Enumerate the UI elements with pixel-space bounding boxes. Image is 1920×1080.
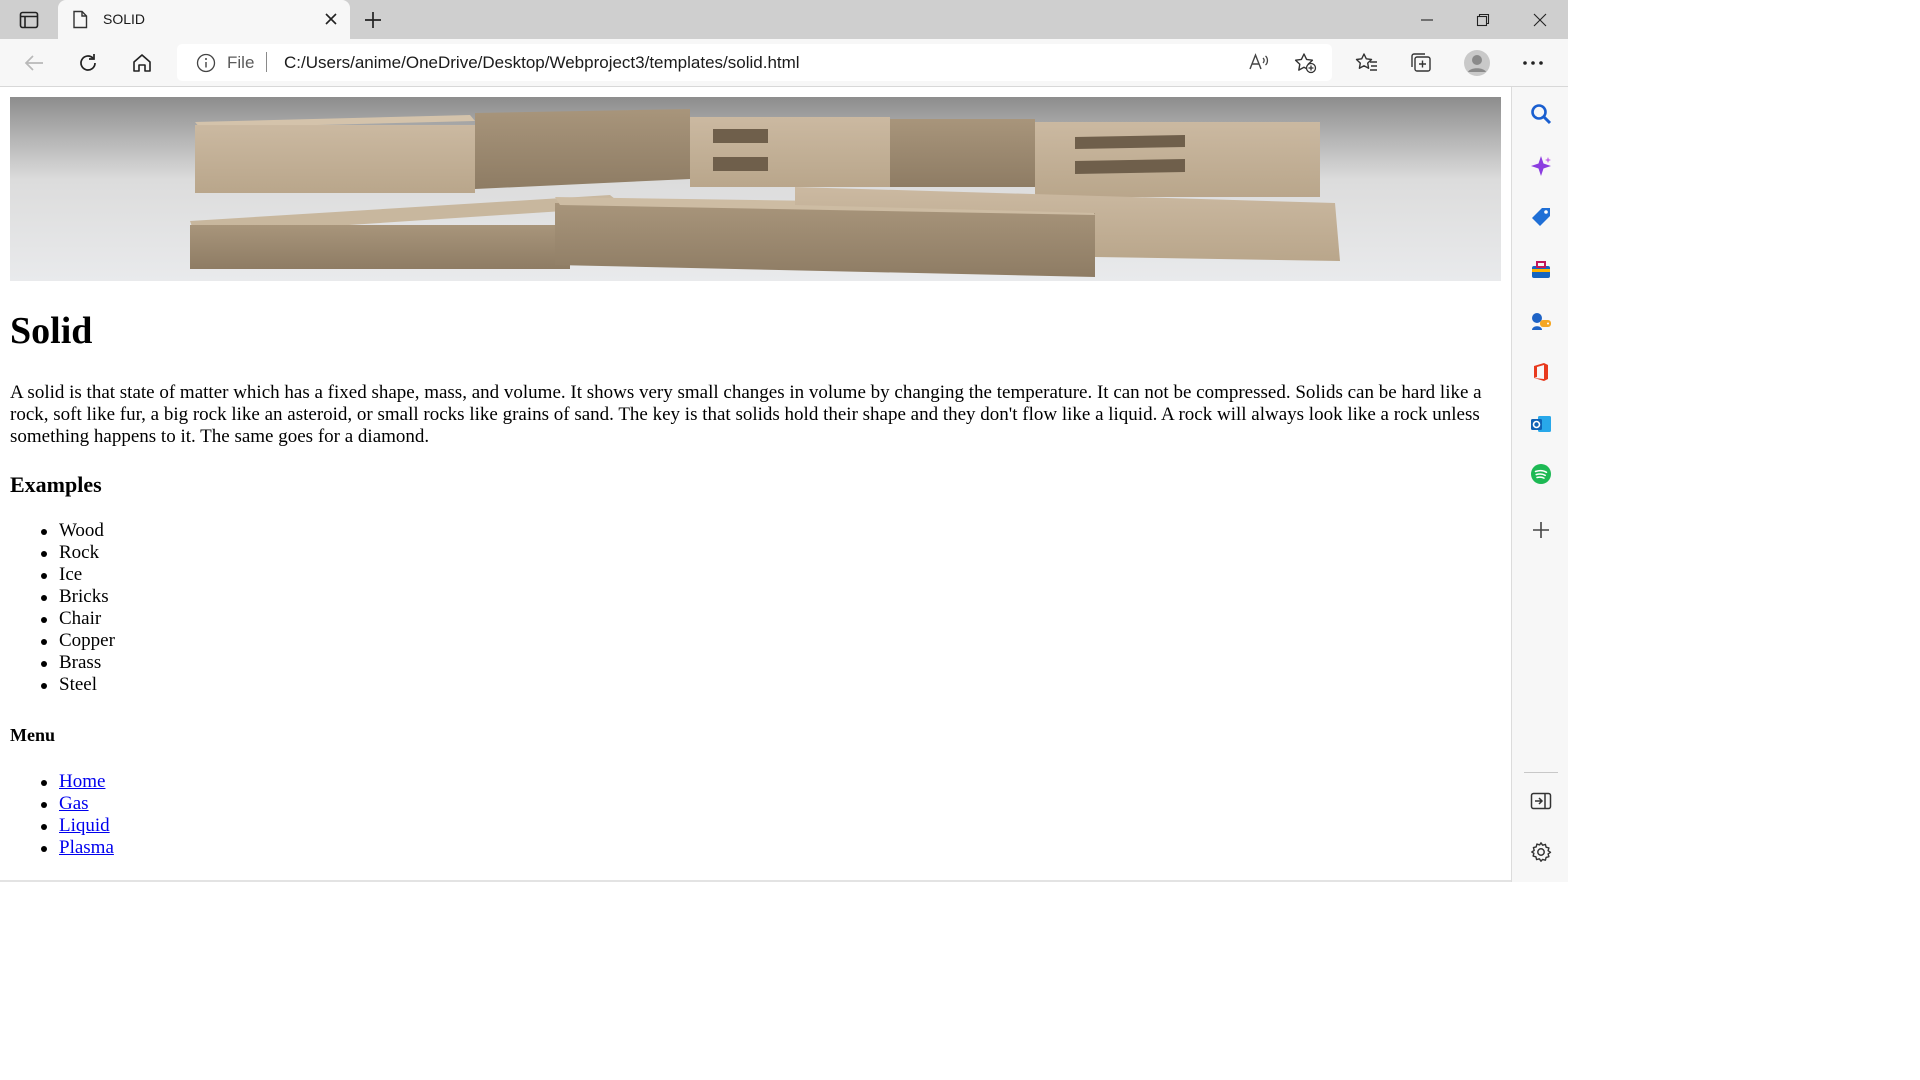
copilot-icon[interactable] — [1528, 153, 1554, 179]
examples-list: Wood Rock Ice Bricks Chair Copper Brass … — [40, 520, 115, 696]
add-icon[interactable] — [1528, 517, 1554, 543]
office-icon[interactable] — [1528, 359, 1554, 385]
tools-icon[interactable] — [1528, 257, 1554, 283]
profile-icon[interactable] — [1462, 49, 1492, 77]
examples-heading: Examples — [10, 472, 102, 497]
list-item: Bricks — [40, 586, 115, 608]
tab-actions-icon[interactable] — [12, 7, 46, 33]
list-item: Rock — [40, 542, 115, 564]
menu-item: Plasma — [40, 837, 114, 859]
address-url[interactable]: C:/Users/anime/OneDrive/Desktop/Webproje… — [284, 53, 800, 73]
window-close-icon[interactable] — [1512, 0, 1568, 39]
home-icon[interactable] — [127, 49, 157, 77]
list-item: Chair — [40, 608, 115, 630]
menu-item: Home — [40, 771, 114, 793]
menu-link-home[interactable]: Home — [59, 771, 105, 792]
back-arrow-icon[interactable] — [19, 49, 49, 77]
edge-sidebar — [1511, 87, 1568, 882]
restore-icon[interactable] — [1455, 0, 1511, 39]
address-bar[interactable]: File C:/Users/anime/OneDrive/Desktop/Web… — [177, 44, 1332, 81]
list-item: Ice — [40, 564, 115, 586]
games-icon[interactable] — [1528, 308, 1554, 334]
menu-link-plasma[interactable]: Plasma — [59, 837, 114, 858]
page-heading: Solid — [10, 310, 93, 352]
horizontal-scrollbar[interactable] — [0, 880, 1511, 882]
refresh-icon[interactable] — [73, 49, 103, 77]
add-favorite-icon[interactable] — [1293, 52, 1317, 79]
plus-icon[interactable] — [360, 7, 386, 33]
settings-icon[interactable] — [1528, 839, 1554, 865]
list-item: Wood — [40, 520, 115, 542]
spotify-icon[interactable] — [1528, 461, 1554, 487]
solid-blocks-banner-image — [10, 97, 1501, 281]
list-item: Brass — [40, 652, 115, 674]
list-item: Copper — [40, 630, 115, 652]
page-icon — [72, 10, 88, 34]
close-icon[interactable] — [322, 10, 340, 33]
more-icon[interactable] — [1518, 49, 1548, 77]
shopping-icon[interactable] — [1528, 204, 1554, 230]
menu-link-gas[interactable]: Gas — [59, 793, 89, 814]
collections-icon[interactable] — [1406, 49, 1436, 77]
outlook-icon[interactable] — [1528, 411, 1554, 437]
minimize-icon[interactable] — [1399, 0, 1455, 39]
info-icon[interactable] — [196, 53, 216, 78]
hide-sidebar-icon[interactable] — [1528, 788, 1554, 814]
menu-heading: Menu — [10, 725, 55, 745]
address-scheme: File — [227, 53, 255, 72]
favorites-icon[interactable] — [1352, 49, 1382, 77]
menu-item: Gas — [40, 793, 114, 815]
menu-link-liquid[interactable]: Liquid — [59, 815, 110, 836]
address-separator — [266, 52, 267, 72]
solid-description: A solid is that state of matter which ha… — [10, 382, 1482, 447]
web-page: Solid A solid is that state of matter wh… — [0, 87, 1511, 882]
browser-toolbar: File C:/Users/anime/OneDrive/Desktop/Web… — [0, 39, 1568, 87]
tab-title: SOLID — [103, 11, 146, 27]
read-aloud-icon[interactable] — [1248, 52, 1270, 77]
active-tab[interactable]: SOLID — [58, 0, 350, 39]
search-icon[interactable] — [1528, 101, 1554, 127]
list-item: Steel — [40, 674, 115, 696]
tab-strip: SOLID — [0, 0, 1568, 39]
menu-list: Home Gas Liquid Plasma — [40, 771, 114, 859]
menu-item: Liquid — [40, 815, 114, 837]
sidebar-divider — [1524, 772, 1558, 773]
